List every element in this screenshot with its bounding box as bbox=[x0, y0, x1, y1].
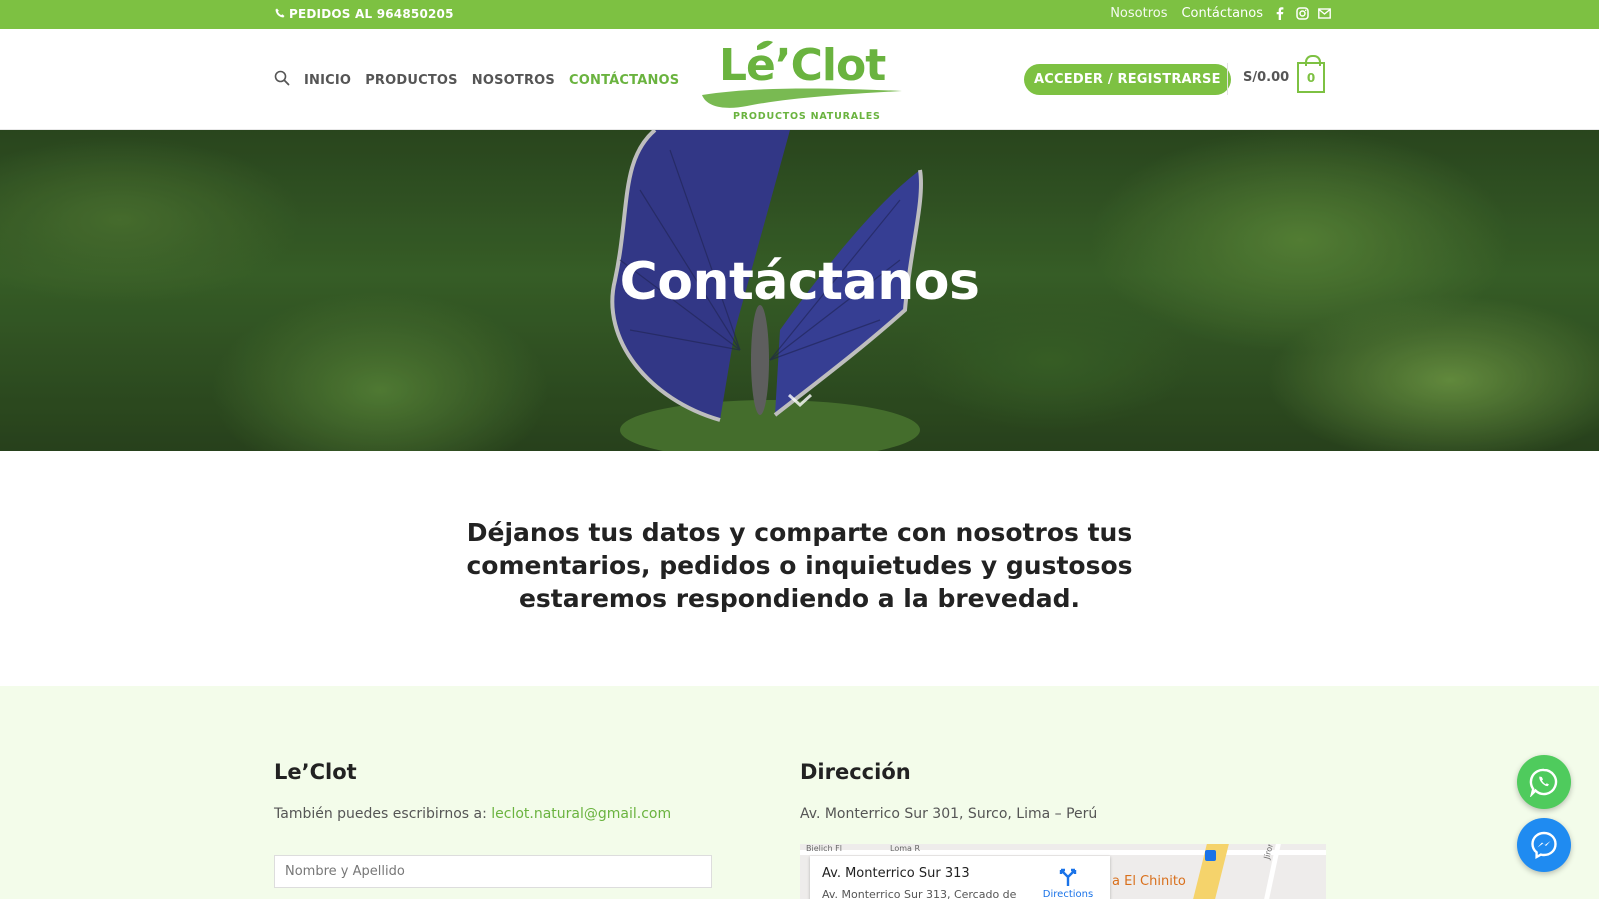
contact-email-line: También puedes escribirnos a: leclot.nat… bbox=[274, 806, 671, 822]
top-link-contactanos[interactable]: Contáctanos bbox=[1181, 6, 1263, 21]
map-road bbox=[800, 850, 1326, 855]
map-street-label: Loma R bbox=[890, 844, 921, 853]
top-link-nosotros[interactable]: Nosotros bbox=[1110, 6, 1167, 21]
hero-banner: Contáctanos bbox=[0, 130, 1599, 451]
social-icons bbox=[1273, 7, 1331, 21]
chevron-down-icon[interactable] bbox=[787, 392, 813, 408]
cart-icon[interactable]: 0 bbox=[1297, 55, 1325, 93]
site-logo[interactable]: Le’Clot PRODUCTOS NATURALES bbox=[697, 38, 907, 123]
address-text: Av. Monterrico Sur 301, Surco, Lima – Pe… bbox=[800, 806, 1098, 822]
contact-email-link[interactable]: leclot.natural@gmail.com bbox=[491, 806, 671, 822]
nav-item-nosotros[interactable]: NOSOTROS bbox=[472, 73, 555, 88]
top-links: Nosotros Contáctanos bbox=[1110, 6, 1331, 21]
top-bar: PEDIDOS AL 964850205 Nosotros Contáctano… bbox=[0, 0, 1599, 29]
map-place-address: Av. Monterrico Sur 313, Cercado de bbox=[822, 888, 1017, 899]
nav-item-inicio[interactable]: INICIO bbox=[304, 73, 351, 88]
contact-email-label: También puedes escribirnos a: bbox=[274, 806, 487, 822]
main-nav: INICIO PRODUCTOS NOSOTROS CONTÁCTANOS bbox=[274, 70, 679, 90]
intro-text: Déjanos tus datos y comparte con nosotro… bbox=[466, 518, 1133, 613]
whatsapp-button[interactable] bbox=[1517, 755, 1571, 809]
messenger-icon bbox=[1531, 831, 1557, 860]
directions-icon bbox=[1059, 868, 1077, 886]
messenger-button[interactable] bbox=[1517, 818, 1571, 872]
logo-word: Le’Clot bbox=[719, 40, 886, 91]
envelope-icon[interactable] bbox=[1317, 7, 1331, 21]
contact-section: Le’Clot También puedes escribirnos a: le… bbox=[0, 686, 1599, 899]
cart-count: 0 bbox=[1306, 70, 1316, 85]
nav-item-productos[interactable]: PRODUCTOS bbox=[365, 73, 458, 88]
map-directions-button[interactable]: Directions bbox=[1040, 868, 1096, 899]
intro-section: Déjanos tus datos y comparte con nosotro… bbox=[0, 516, 1599, 615]
instagram-icon[interactable] bbox=[1295, 7, 1309, 21]
map-street-label: Bielich Fl bbox=[806, 844, 842, 853]
facebook-icon[interactable] bbox=[1273, 7, 1287, 21]
login-register-button[interactable]: ACCEDER / REGISTRARSE bbox=[1024, 64, 1231, 95]
logo-tagline: PRODUCTOS NATURALES bbox=[733, 111, 881, 122]
header-divider bbox=[1227, 63, 1228, 95]
whatsapp-icon bbox=[1529, 768, 1558, 797]
map-info-card: Av. Monterrico Sur 313 Av. Monterrico Su… bbox=[810, 856, 1110, 899]
contact-brand-title: Le’Clot bbox=[274, 760, 357, 784]
cart-total[interactable]: S/0.00 bbox=[1243, 70, 1289, 85]
nav-item-contactanos[interactable]: CONTÁCTANOS bbox=[569, 73, 679, 88]
search-icon[interactable] bbox=[274, 70, 290, 90]
phone-icon bbox=[275, 7, 285, 21]
map-place-name: Av. Monterrico Sur 313 bbox=[822, 866, 970, 881]
bus-stop-icon bbox=[1205, 850, 1216, 861]
address-title: Dirección bbox=[800, 760, 911, 784]
google-map[interactable]: Bielich Fl Loma R Jiron a El Chinito Av.… bbox=[800, 844, 1326, 899]
phone-info: PEDIDOS AL 964850205 bbox=[275, 7, 454, 21]
map-directions-label: Directions bbox=[1042, 889, 1094, 899]
site-header: INICIO PRODUCTOS NOSOTROS CONTÁCTANOS Le… bbox=[0, 29, 1599, 130]
name-field[interactable]: Nombre y Apellido bbox=[274, 855, 712, 888]
hero-title: Contáctanos bbox=[619, 252, 980, 312]
phone-text: PEDIDOS AL 964850205 bbox=[289, 7, 454, 21]
map-poi-label[interactable]: a El Chinito bbox=[1112, 874, 1186, 889]
